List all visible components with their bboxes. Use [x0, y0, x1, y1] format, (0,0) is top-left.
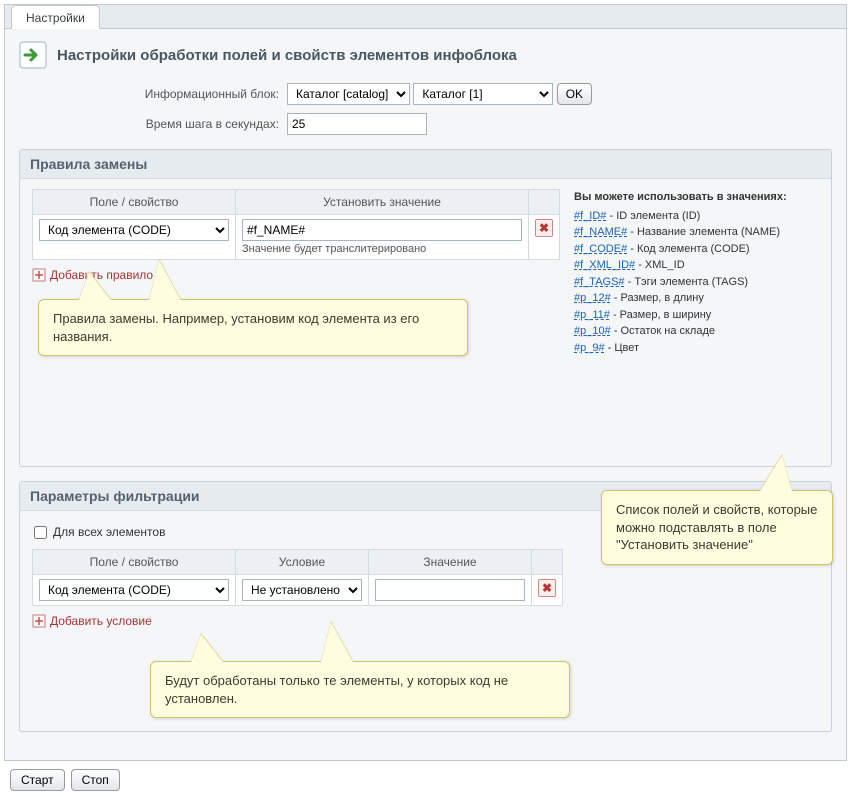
add-icon [32, 614, 46, 628]
arrow-box-icon [19, 41, 47, 69]
settings-panel: Настройки Настройки обработки полей и св… [4, 4, 847, 761]
placeholder-code[interactable]: #f_NAME# [574, 226, 627, 238]
placeholder-code[interactable]: #f_XML_ID# [574, 259, 635, 271]
filter-delete-button[interactable]: ✖ [538, 579, 556, 597]
placeholder-desc: - Код элемента (CODE) [627, 243, 749, 255]
iblock-type-select[interactable]: Каталог [catalog] [287, 83, 410, 105]
rules-col-delete [529, 190, 560, 215]
placeholders-callout: Список полей и свойств, которые можно по… [601, 490, 833, 565]
start-button[interactable]: Старт [10, 769, 65, 791]
rules-section-title: Правила замены [20, 150, 831, 179]
filter-col-value: Значение [369, 550, 532, 575]
add-icon [32, 268, 46, 282]
placeholder-desc: - Размер, в ширину [610, 309, 711, 321]
rules-col-value: Установить значение [236, 190, 529, 215]
add-filter-label: Добавить условие [50, 614, 152, 628]
filter-table: Поле / свойство Условие Значение Код эле… [32, 549, 563, 606]
placeholder-code[interactable]: #p_9# [574, 342, 605, 354]
iblock-select[interactable]: Каталог [1] [413, 83, 553, 105]
placeholder-desc: - ID элемента (ID) [606, 210, 700, 222]
placeholder-desc: - Остаток на складе [611, 325, 715, 337]
filter-col-delete [532, 550, 563, 575]
placeholder-code[interactable]: #f_CODE# [574, 243, 627, 255]
rules-callout: Правила замены. Например, установим код … [38, 299, 468, 356]
placeholder-code[interactable]: #p_11# [574, 309, 610, 321]
rule-value-hint: Значение будет транслитерировано [242, 243, 522, 255]
rules-section: Правила замены Поле / свойство Установит… [19, 149, 832, 467]
filter-col-cond: Условие [236, 550, 369, 575]
rules-table: Поле / свойство Установить значение Код … [32, 189, 560, 260]
top-form: Информационный блок: Каталог [catalog] К… [19, 83, 832, 135]
rules-col-field: Поле / свойство [33, 190, 236, 215]
all-elements-label: Для всех элементов [53, 525, 165, 539]
rule-field-select[interactable]: Код элемента (CODE) [39, 219, 229, 241]
placeholder-code[interactable]: #f_TAGS# [574, 276, 625, 288]
panel-content: Настройки обработки полей и свойств элем… [5, 29, 846, 760]
tab-bar: Настройки [5, 5, 846, 29]
ok-button[interactable]: OK [557, 83, 592, 105]
rule-delete-button[interactable]: ✖ [535, 219, 553, 237]
placeholder-desc: - Название элемента (NAME) [627, 226, 780, 238]
page-title: Настройки обработки полей и свойств элем… [57, 47, 517, 64]
add-filter-link[interactable]: Добавить условие [32, 614, 152, 628]
placeholders-title: Вы можете использовать в значениях: [574, 189, 819, 206]
filter-col-field: Поле / свойство [33, 550, 236, 575]
placeholder-desc: - Тэги элемента (TAGS) [625, 276, 749, 288]
filter-section: Параметры фильтрации Для всех элементов … [19, 481, 832, 732]
step-label: Время шага в секундах: [19, 117, 279, 131]
filter-field-select[interactable]: Код элемента (CODE) [39, 579, 229, 601]
stop-button[interactable]: Стоп [71, 769, 120, 791]
filter-cond-select[interactable]: Не установлено [242, 579, 362, 601]
placeholder-desc: - Размер, в длину [611, 292, 704, 304]
tab-settings[interactable]: Настройки [11, 5, 100, 29]
placeholders-list: Вы можете использовать в значениях: #f_I… [574, 189, 819, 356]
footer-buttons: Старт Стоп [4, 761, 847, 793]
placeholder-desc: - XML_ID [635, 259, 685, 271]
rule-value-input[interactable] [242, 219, 522, 241]
iblock-label: Информационный блок: [19, 87, 279, 101]
placeholder-code[interactable]: #f_ID# [574, 210, 606, 222]
filter-row: Код элемента (CODE) Не установлено ✖ [33, 575, 563, 606]
rules-row: Код элемента (CODE) Значение будет транс… [33, 215, 560, 260]
page-header: Настройки обработки полей и свойств элем… [19, 41, 832, 69]
filter-callout: Будут обработаны только те элементы, у к… [150, 661, 570, 718]
placeholder-code[interactable]: #p_12# [574, 292, 611, 304]
step-input[interactable] [287, 113, 427, 135]
placeholder-code[interactable]: #p_10# [574, 325, 611, 337]
placeholder-desc: - Цвет [605, 342, 639, 354]
all-elements-checkbox[interactable] [34, 526, 47, 539]
filter-value-input[interactable] [375, 579, 525, 601]
